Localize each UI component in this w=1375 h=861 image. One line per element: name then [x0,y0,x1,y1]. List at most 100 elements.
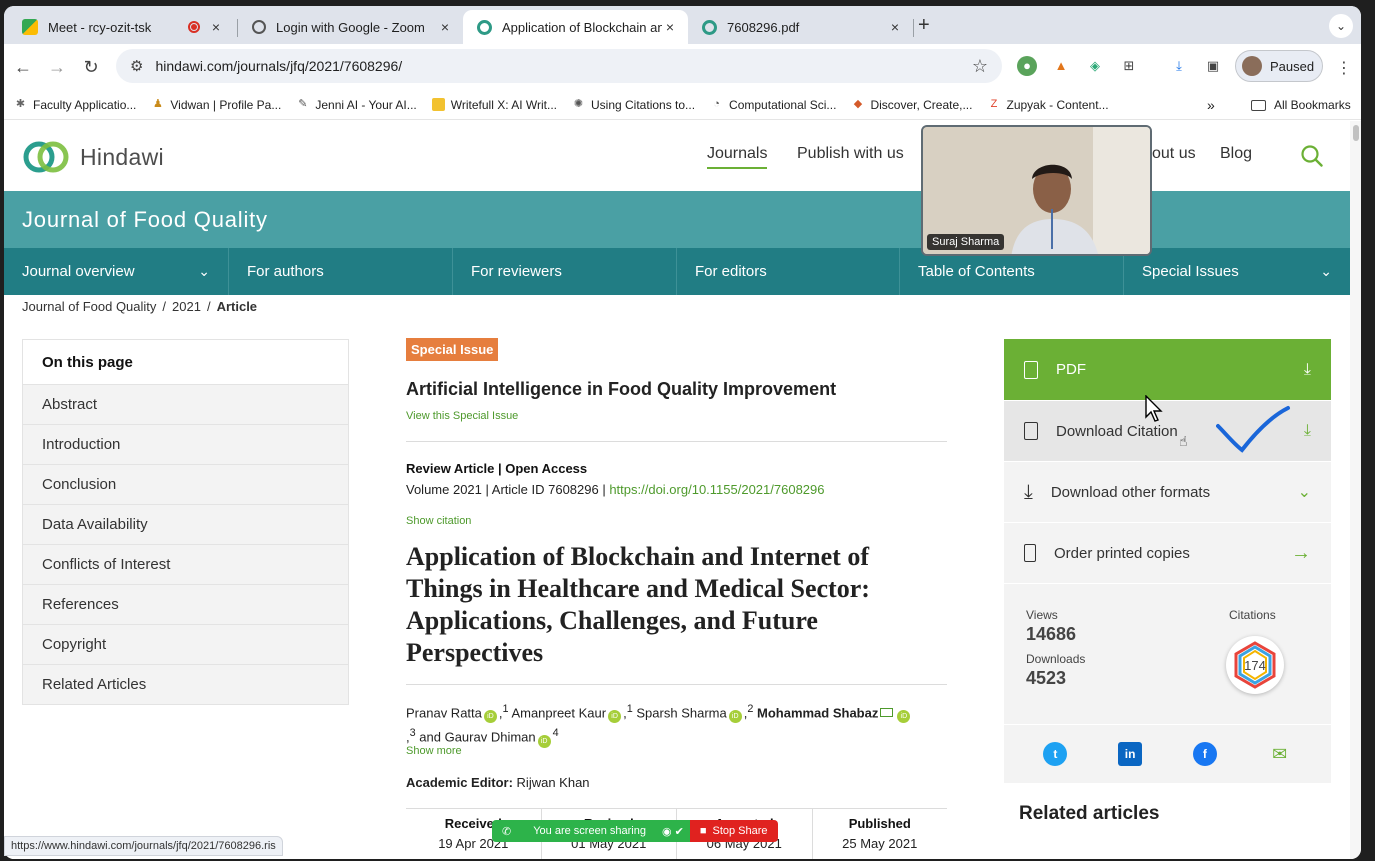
download-icon[interactable]: ⤓ [1169,56,1189,76]
order-printed-copies-button[interactable]: Order printed copies → [1004,522,1331,583]
share-links: t in f ✉ [1004,725,1331,783]
views-label: Views [1026,608,1058,622]
download-icon: ⤓ [1303,360,1311,378]
nav-publish[interactable]: Publish with us [797,145,904,163]
toc-item-data-availability[interactable]: Data Availability [23,504,348,544]
show-citation-link[interactable]: Show citation [406,515,471,527]
bookmarks-overflow-button[interactable]: » [1207,97,1215,113]
scrollbar-thumb[interactable] [1353,125,1359,141]
puzzle-icon[interactable]: ⊞ [1119,56,1139,76]
mail-icon[interactable]: ✉ [1268,742,1292,766]
bookmark-item[interactable]: ◆ Discover, Create,... [851,98,973,112]
pdf-button[interactable]: PDF ⤓ [1004,339,1331,400]
breadcrumb-year[interactable]: 2021 [172,299,201,314]
doi-link[interactable]: https://doi.org/10.1155/2021/7608296 [609,482,824,497]
url-text[interactable]: hindawi.com/journals/jfq/2021/7608296/ [155,58,971,74]
close-icon[interactable]: × [887,19,903,35]
orcid-icon[interactable]: iD [537,734,551,748]
extension-icon[interactable]: ◈ [1085,56,1105,76]
extension-icon[interactable]: ● [1017,56,1037,76]
orcid-icon[interactable]: iD [728,710,742,724]
tab-pdf[interactable]: 7608296.pdf × [688,10,913,44]
profile-button[interactable]: Paused [1235,50,1323,82]
phone-icon: ✆ [502,825,512,838]
bookmark-item[interactable]: ♟ Vidwan | Profile Pa... [151,98,281,112]
view-special-issue-link[interactable]: View this Special Issue [406,410,518,422]
toc-item-conflicts[interactable]: Conflicts of Interest [23,544,348,584]
orcid-icon[interactable]: iD [608,710,622,724]
author-name[interactable]: Pranav Ratta [406,705,482,720]
share-controls[interactable]: ◉ ✔ [655,820,690,842]
subnav-for-editors[interactable]: For editors [677,248,900,295]
toc-item-abstract[interactable]: Abstract [23,384,348,424]
subnav-journal-overview[interactable]: Journal overview ⌄ [4,248,229,295]
participant-name: Suraj Sharma [927,234,1005,250]
author-name[interactable]: Sparsh Sharma [636,705,726,720]
search-icon[interactable] [1301,145,1323,167]
nav-journals[interactable]: Journals [707,145,768,169]
bookmark-item[interactable]: Z Zupyak - Content... [987,98,1109,112]
twitter-icon[interactable]: t [1043,742,1068,766]
tab-search-button[interactable]: ⌄ [1329,14,1353,38]
pen-icon: ✎ [298,98,308,110]
toc-item-copyright[interactable]: Copyright [23,624,348,664]
hindawi-logo[interactable]: Hindawi [22,139,164,175]
page-scrollbar[interactable] [1350,121,1361,859]
address-bar[interactable]: ⚙ hindawi.com/journals/jfq/2021/7608296/… [116,49,1002,83]
mail-icon[interactable] [880,708,894,718]
bookmark-item[interactable]: ✱ Faculty Applicatio... [14,98,137,112]
forward-icon[interactable]: → [44,54,70,80]
author-name[interactable]: Amanpreet Kaur [511,705,606,720]
document-icon [1024,422,1038,440]
hindawi-icon [477,19,492,35]
site-info-icon[interactable]: ⚙ [130,57,143,75]
bookmark-item[interactable]: Writefull X: AI Writ... [431,98,557,112]
all-bookmarks-button[interactable]: All Bookmarks [1251,98,1351,112]
journal-title[interactable]: Journal of Food Quality [22,207,268,233]
breadcrumb-journal[interactable]: Journal of Food Quality [22,299,156,314]
close-icon[interactable]: × [662,19,678,35]
video-tile[interactable]: Suraj Sharma [921,125,1152,256]
metamask-icon[interactable]: ▲ [1051,56,1071,76]
stop-share-button[interactable]: ■ Stop Share [689,820,778,842]
orcid-icon[interactable]: iD [483,710,497,724]
toc-item-references[interactable]: References [23,584,348,624]
tab-title: Meet - rcy-ozit-tsk [48,19,152,35]
linkedin-icon[interactable]: in [1118,742,1143,766]
on-this-page-nav: On this page Abstract Introduction Concl… [22,339,349,705]
close-icon[interactable]: × [208,19,224,35]
reload-icon[interactable]: ↻ [78,54,104,80]
dimensions-badge[interactable]: 174 [1226,636,1284,694]
nav-blog[interactable]: Blog [1220,145,1252,163]
toc-item-conclusion[interactable]: Conclusion [23,464,348,504]
bookmark-item[interactable]: ✺ Using Citations to... [572,98,695,112]
subnav-for-reviewers[interactable]: For reviewers [453,248,677,295]
nav-about[interactable]: out us [1152,145,1196,163]
close-icon[interactable]: × [437,19,453,35]
article-metrics: Views 14686 Downloads 4523 Citations 174 [1004,584,1331,724]
bookmark-item[interactable]: ◔ Computational Sci... [710,98,836,112]
tab-hindawi-article[interactable]: Application of Blockchain and × [463,10,688,44]
menu-icon[interactable]: ⋮ [1336,58,1352,78]
author-name[interactable]: Mohammad Shabaz [757,705,878,720]
subnav-for-authors[interactable]: For authors [229,248,453,295]
author-list: Pranav Ratta iD ,1 Amanpreet Kaur iD ,1 Spar… [406,699,946,748]
tab-meet[interactable]: Meet - rcy-ozit-tsk × [8,10,234,44]
bookmark-item[interactable]: ✎ Jenni AI - Your AI... [296,98,417,112]
zupyak-icon: Z [990,98,998,110]
subnav-special-issues[interactable]: Special Issues ⌄ [1124,248,1350,295]
show-more-link[interactable]: Show more [406,745,462,757]
toc-item-introduction[interactable]: Introduction [23,424,348,464]
citations-count: 174 [1244,657,1266,673]
side-panel-icon[interactable]: ▣ [1203,56,1223,76]
new-tab-button[interactable]: + [918,14,930,37]
bookmark-star-icon[interactable]: ☆ [972,56,988,77]
bookmarks-bar: ✱ Faculty Applicatio... ♟ Vidwan | Profile… [4,90,1361,120]
orcid-icon[interactable]: iD [897,710,911,724]
download-other-formats-button[interactable]: ⤓ Download other formats ⌄ [1004,461,1331,522]
toc-item-related-articles[interactable]: Related Articles [23,664,348,704]
author-name[interactable]: and Gaurav Dhiman [419,730,535,745]
back-icon[interactable]: ← [10,54,36,80]
tab-zoom-login[interactable]: Login with Google - Zoom × [238,10,463,44]
facebook-icon[interactable]: f [1192,742,1217,766]
